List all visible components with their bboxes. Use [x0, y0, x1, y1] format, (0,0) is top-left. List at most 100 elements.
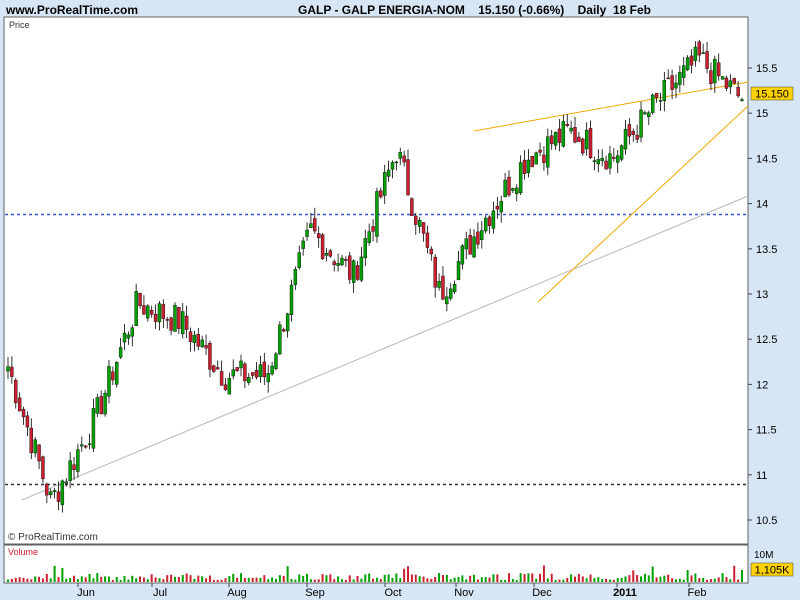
- candle-body[interactable]: [592, 160, 597, 162]
- candle-body[interactable]: [623, 128, 628, 150]
- candle-body[interactable]: [682, 65, 686, 78]
- candle-body[interactable]: [56, 491, 61, 502]
- candle-body[interactable]: [647, 112, 651, 117]
- candle-body[interactable]: [262, 361, 267, 378]
- candle-body[interactable]: [421, 222, 426, 234]
- candle-body[interactable]: [398, 152, 402, 159]
- candle-body[interactable]: [212, 365, 216, 372]
- candle-body[interactable]: [157, 303, 162, 323]
- candle-body[interactable]: [402, 155, 406, 163]
- candle-body[interactable]: [499, 201, 503, 213]
- candle-body[interactable]: [161, 304, 166, 319]
- candle-body[interactable]: [216, 367, 220, 370]
- candle-body[interactable]: [666, 77, 670, 80]
- candle-body[interactable]: [600, 157, 604, 162]
- candle-body[interactable]: [95, 397, 100, 414]
- candle-body[interactable]: [701, 52, 705, 54]
- candle-body[interactable]: [313, 218, 317, 232]
- candle-body[interactable]: [670, 75, 674, 90]
- candle-body[interactable]: [111, 371, 115, 381]
- candle-body[interactable]: [417, 219, 422, 227]
- candle-body[interactable]: [631, 130, 635, 135]
- candle-body[interactable]: [476, 231, 480, 245]
- candle-body[interactable]: [503, 179, 507, 197]
- candle-body[interactable]: [165, 319, 169, 321]
- candle-body[interactable]: [627, 124, 632, 137]
- candle-body[interactable]: [452, 284, 457, 293]
- candle-body[interactable]: [429, 248, 434, 255]
- candle-body[interactable]: [204, 345, 208, 349]
- candle-body[interactable]: [437, 281, 441, 288]
- candle-body[interactable]: [538, 149, 542, 153]
- candle-body[interactable]: [728, 80, 733, 88]
- candle-body[interactable]: [596, 159, 601, 165]
- candle-body[interactable]: [181, 311, 185, 335]
- candle-body[interactable]: [17, 397, 22, 412]
- candle-body[interactable]: [146, 305, 150, 319]
- candle-body[interactable]: [491, 210, 496, 229]
- candle-body[interactable]: [68, 460, 72, 481]
- candle-body[interactable]: [328, 250, 333, 257]
- candle-body[interactable]: [200, 339, 204, 348]
- candle-body[interactable]: [724, 77, 729, 89]
- candle-body[interactable]: [584, 129, 589, 150]
- candle-body[interactable]: [472, 236, 476, 258]
- candle-body[interactable]: [270, 365, 274, 375]
- candle-body[interactable]: [507, 176, 511, 196]
- candle-body[interactable]: [227, 377, 232, 395]
- candle-body[interactable]: [149, 309, 154, 315]
- candle-body[interactable]: [285, 313, 290, 332]
- candle-body[interactable]: [142, 305, 146, 315]
- candle-body[interactable]: [118, 347, 123, 358]
- candle-body[interactable]: [689, 55, 694, 66]
- candle-body[interactable]: [526, 159, 531, 174]
- candle-body[interactable]: [355, 265, 360, 280]
- candle-body[interactable]: [522, 159, 527, 175]
- candle-body[interactable]: [37, 444, 41, 462]
- candle-body[interactable]: [394, 161, 399, 164]
- candle-body[interactable]: [732, 78, 736, 84]
- candle-body[interactable]: [258, 364, 263, 377]
- candle-body[interactable]: [80, 444, 84, 447]
- candle-body[interactable]: [173, 305, 177, 332]
- candle-body[interactable]: [406, 159, 410, 196]
- candle-body[interactable]: [515, 187, 519, 194]
- candle-body[interactable]: [604, 160, 608, 170]
- candle-body[interactable]: [72, 464, 76, 470]
- candle-body[interactable]: [619, 145, 624, 160]
- candle-body[interactable]: [316, 233, 321, 239]
- chart-canvas[interactable]: Price 15.5 15 14.5 14 13.5 13 12.5 12 11.5 11 10.5…: [0, 0, 800, 600]
- candle-body[interactable]: [6, 366, 10, 372]
- candle-body[interactable]: [518, 162, 523, 194]
- candle-body[interactable]: [678, 72, 682, 85]
- candle-body[interactable]: [64, 481, 68, 484]
- candle-body[interactable]: [487, 216, 492, 226]
- candle-body[interactable]: [122, 332, 127, 343]
- candle-body[interactable]: [153, 313, 158, 322]
- candle-body[interactable]: [445, 296, 449, 305]
- candle-body[interactable]: [83, 445, 88, 448]
- candle-body[interactable]: [371, 226, 375, 232]
- candle-body[interactable]: [511, 188, 515, 191]
- candle-body[interactable]: [29, 427, 34, 454]
- candle-body[interactable]: [130, 327, 134, 337]
- candle-body[interactable]: [685, 57, 690, 71]
- candle-body[interactable]: [250, 372, 255, 376]
- candle-body[interactable]: [25, 415, 30, 428]
- candle-body[interactable]: [99, 396, 103, 415]
- candle-body[interactable]: [643, 112, 647, 115]
- candle-body[interactable]: [223, 384, 228, 390]
- candle-body[interactable]: [530, 156, 534, 168]
- candle-body[interactable]: [21, 409, 26, 418]
- candle-body[interactable]: [49, 491, 53, 495]
- candle-body[interactable]: [320, 234, 325, 259]
- candle-body[interactable]: [138, 293, 142, 307]
- candle-body[interactable]: [297, 252, 301, 268]
- candle-body[interactable]: [188, 331, 193, 343]
- candle-body[interactable]: [107, 366, 111, 397]
- candle-body[interactable]: [305, 229, 309, 237]
- candle-body[interactable]: [247, 377, 251, 383]
- candle-body[interactable]: [184, 315, 189, 330]
- candle-body[interactable]: [456, 261, 461, 281]
- candle-body[interactable]: [569, 127, 573, 132]
